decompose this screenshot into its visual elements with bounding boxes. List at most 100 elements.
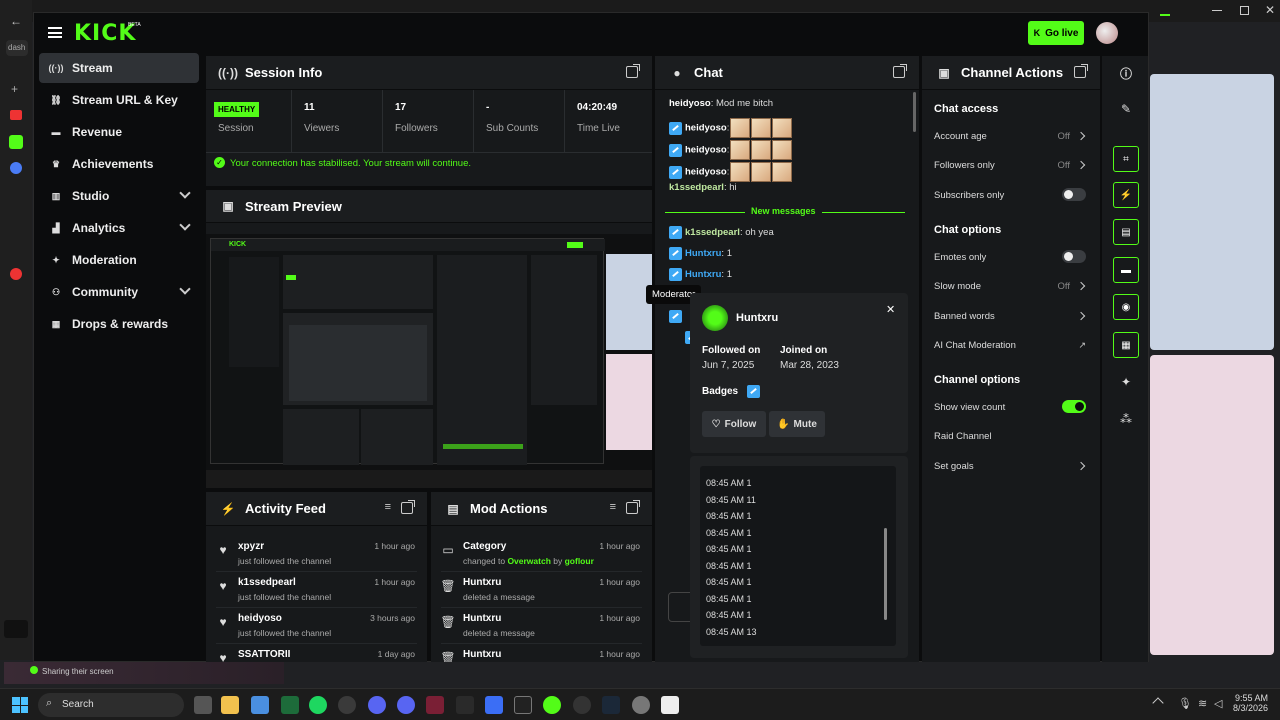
- clip-icon[interactable]: ⌗: [1113, 146, 1139, 172]
- popout-icon[interactable]: [626, 500, 640, 514]
- chat-message[interactable]: Huntxru: 1: [669, 247, 732, 260]
- edit-icon[interactable]: ✎: [1113, 96, 1139, 122]
- emote[interactable]: [772, 162, 793, 182]
- banned-words-row[interactable]: Banned words: [934, 311, 1088, 331]
- emote[interactable]: [730, 140, 751, 160]
- popout-icon[interactable]: [1074, 64, 1088, 78]
- avatar[interactable]: [1096, 22, 1118, 44]
- chat-message[interactable]: Huntxru: 1: [669, 268, 732, 281]
- activity-row[interactable]: ♥ heidyoso just followed the channel 3 hour…: [216, 608, 417, 644]
- log-scrollbar[interactable]: [884, 528, 887, 620]
- settings-icon[interactable]: [632, 696, 650, 714]
- app-icon[interactable]: [281, 696, 299, 714]
- chat-message[interactable]: k1ssedpearl: oh yea: [669, 226, 774, 239]
- game-link[interactable]: Overwatch: [507, 556, 550, 566]
- slow-mode-row[interactable]: Slow mode Off: [934, 281, 1088, 301]
- app-icon[interactable]: [661, 696, 679, 714]
- chat-scrollbar[interactable]: [913, 92, 916, 132]
- app-icon-red-circle[interactable]: [10, 268, 22, 280]
- maximize-icon[interactable]: [1240, 6, 1249, 15]
- sidebar-item-community[interactable]: ⚇ Community: [39, 277, 199, 307]
- chat-username[interactable]: heidyoso: [685, 123, 727, 134]
- sidebar-item-drops-rewards[interactable]: ▦ Drops & rewards: [39, 309, 199, 339]
- moderator-badge-icon[interactable]: [669, 310, 682, 323]
- emote[interactable]: [772, 118, 793, 138]
- close-icon[interactable]: ✕: [886, 303, 895, 316]
- followers-only-row[interactable]: Followers only Off: [934, 160, 1088, 180]
- chat-username[interactable]: k1ssedpearl: [685, 227, 740, 238]
- host-tab-label[interactable]: dash: [6, 40, 28, 56]
- show-view-count-toggle[interactable]: [1062, 400, 1086, 413]
- chat-message[interactable]: heidyoso: Mod me bitch: [669, 98, 773, 109]
- popout-icon[interactable]: [401, 500, 415, 514]
- raid-channel-row[interactable]: Raid Channel: [934, 431, 1088, 451]
- account-age-row[interactable]: Account age Off: [934, 131, 1088, 151]
- photos-icon[interactable]: [251, 696, 269, 714]
- broadcast-icon[interactable]: ◉: [1113, 294, 1139, 320]
- sidebar-item-stream[interactable]: ((·)) Stream: [39, 53, 199, 83]
- filter-icon[interactable]: ≡: [385, 501, 391, 513]
- app-icon[interactable]: [456, 696, 474, 714]
- chat-username[interactable]: Huntxru: [685, 248, 721, 259]
- sidebar-item-moderation[interactable]: ✦ Moderation: [39, 245, 199, 275]
- app-icon-blue[interactable]: [10, 162, 22, 174]
- chevron-down-icon[interactable]: [179, 219, 191, 231]
- mute-button[interactable]: ✋ Mute: [769, 411, 825, 437]
- emote[interactable]: [751, 118, 772, 138]
- taskbar-search[interactable]: ⌕ Search: [38, 693, 184, 717]
- emote[interactable]: [751, 162, 772, 182]
- emote[interactable]: [751, 140, 772, 160]
- app-icon[interactable]: [573, 696, 591, 714]
- sidebar-item-analytics[interactable]: ▟ Analytics: [39, 213, 199, 243]
- sidebar-item-studio[interactable]: ▥ Studio: [39, 181, 199, 211]
- app-icon[interactable]: [485, 696, 503, 714]
- bolt-action-icon[interactable]: ⚡: [1113, 182, 1139, 208]
- epic-games-icon[interactable]: [514, 696, 532, 714]
- follow-button[interactable]: ♡ Follow: [702, 411, 766, 437]
- app-icon-red[interactable]: [10, 110, 22, 120]
- filter-icon[interactable]: ≡: [610, 501, 616, 513]
- user-avatar[interactable]: [702, 305, 728, 331]
- sidebar-item-stream-url-key[interactable]: ⛓ Stream URL & Key: [39, 85, 199, 115]
- chat-message[interactable]: heidyoso:: [669, 162, 793, 182]
- chat-message[interactable]: heidyoso:: [669, 140, 793, 160]
- chat-username[interactable]: heidyoso: [669, 98, 711, 109]
- obs-icon[interactable]: [338, 696, 356, 714]
- back-icon[interactable]: ←: [10, 14, 22, 28]
- popout-icon[interactable]: [626, 64, 640, 78]
- close-window-icon[interactable]: ✕: [1265, 3, 1275, 17]
- mod-action-row[interactable]: 🗑 Huntxru 1 hour ago: [440, 644, 642, 662]
- chat-username[interactable]: k1ssedpearl: [669, 182, 724, 193]
- subscribers-only-toggle[interactable]: [1062, 188, 1086, 201]
- sidebar-item-achievements[interactable]: ♛ Achievements: [39, 149, 199, 179]
- chevron-down-icon[interactable]: [179, 187, 191, 199]
- add-icon[interactable]: +: [11, 82, 18, 96]
- user-name[interactable]: Huntxru: [736, 312, 778, 324]
- chat-bubble-icon[interactable]: ▬: [1113, 257, 1139, 283]
- chevron-down-icon[interactable]: [179, 283, 191, 295]
- chat-username[interactable]: heidyoso: [685, 145, 727, 156]
- layout-icon[interactable]: ▦: [1113, 332, 1139, 358]
- mod-action-row[interactable]: ▭ Category changed to Overwatch by goflour…: [441, 536, 642, 572]
- user-link[interactable]: goflour: [565, 556, 594, 566]
- note-icon[interactable]: ▤: [1113, 219, 1139, 245]
- mod-action-row[interactable]: 🗑 Huntxru deleted a message 1 hour ago: [440, 608, 642, 644]
- microphone-icon[interactable]: 🎙: [1178, 697, 1192, 710]
- stream-preview-video[interactable]: KICK: [206, 234, 652, 488]
- activity-row[interactable]: ♥ xpyzr just followed the channel 1 hour ag…: [216, 536, 417, 572]
- download-icon[interactable]: [1160, 6, 1170, 16]
- emote[interactable]: [730, 162, 751, 182]
- screen-share-icon[interactable]: [4, 620, 28, 638]
- info-icon[interactable]: ⓘ: [1113, 60, 1139, 86]
- discord-icon[interactable]: [397, 696, 415, 714]
- start-icon[interactable]: [12, 697, 28, 713]
- set-goals-row[interactable]: Set goals: [934, 461, 1088, 481]
- volume-icon[interactable]: ◁: [1214, 697, 1222, 710]
- wrench-icon[interactable]: ✦: [1113, 369, 1139, 395]
- discord-icon[interactable]: [368, 696, 386, 714]
- chat-username[interactable]: Huntxru: [685, 269, 721, 280]
- emote[interactable]: [730, 118, 751, 138]
- wifi-icon[interactable]: ≋: [1198, 697, 1207, 710]
- app-icon[interactable]: [543, 696, 561, 714]
- nodes-icon[interactable]: ⁂: [1113, 406, 1139, 432]
